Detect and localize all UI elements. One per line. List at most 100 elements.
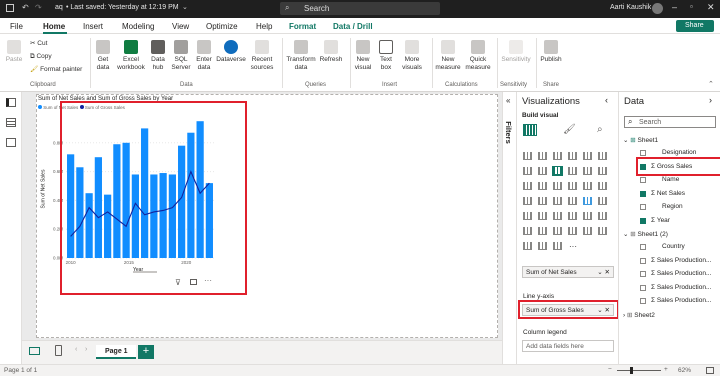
search-box[interactable]: ⌕ Search xyxy=(280,2,440,15)
field-item[interactable]: Σ Year xyxy=(651,217,670,224)
field-checkbox[interactable] xyxy=(640,190,646,197)
maximize-icon[interactable]: ▫ xyxy=(690,2,693,11)
field-item[interactable]: Name xyxy=(662,176,679,183)
sensitivity-button[interactable]: Sensitivity xyxy=(498,40,534,64)
field-checkbox[interactable] xyxy=(640,217,646,224)
report-view-icon[interactable] xyxy=(6,98,16,107)
well-remove-icon[interactable]: ⌄ ✕ xyxy=(597,268,610,276)
avatar[interactable] xyxy=(652,3,663,14)
chevron-down-icon[interactable]: ⌄ xyxy=(182,3,188,11)
field-item[interactable]: Σ Net Sales xyxy=(651,190,685,197)
visual-type-icon[interactable] xyxy=(583,197,592,205)
field-item[interactable]: Designation xyxy=(662,149,696,156)
field-checkbox[interactable] xyxy=(640,150,646,156)
tab-page-1[interactable]: Page 1 xyxy=(96,345,136,359)
data-hub-button[interactable]: Data hub xyxy=(148,40,168,71)
visual-type-icon[interactable] xyxy=(523,197,532,205)
sql-server-button[interactable]: SQL Server xyxy=(170,40,192,71)
dataverse-button[interactable]: Dataverse xyxy=(215,40,247,64)
visual-type-icon[interactable] xyxy=(598,152,607,160)
zoom-out-icon[interactable]: − xyxy=(608,366,612,373)
expand-filters-icon[interactable]: « xyxy=(506,96,510,105)
visual-type-icon[interactable] xyxy=(553,242,562,250)
field-checkbox[interactable] xyxy=(640,244,646,250)
cut-button[interactable]: ✂ Cut xyxy=(30,40,47,48)
field-checkbox[interactable] xyxy=(640,271,646,277)
new-visual-button[interactable]: New visual xyxy=(352,40,374,71)
visual-type-icon[interactable] xyxy=(568,212,577,220)
visual-type-icon[interactable] xyxy=(553,182,562,190)
visual-type-icon[interactable] xyxy=(538,242,547,250)
field-item[interactable]: Region xyxy=(662,203,683,210)
more-visuals-icon[interactable]: ··· xyxy=(569,242,577,251)
field-item[interactable]: Country xyxy=(662,243,685,250)
visual-type-icon[interactable] xyxy=(523,242,532,250)
menu-home[interactable]: Home xyxy=(43,22,65,31)
save-icon[interactable] xyxy=(6,4,14,12)
field-checkbox[interactable] xyxy=(640,204,646,210)
analytics-tab-icon[interactable]: ⌕ xyxy=(597,124,603,135)
collapse-data-icon[interactable]: › xyxy=(709,95,712,105)
y-axis-well[interactable]: Sum of Net Sales ⌄ ✕ xyxy=(522,266,614,278)
visual-type-icon[interactable] xyxy=(538,197,547,205)
build-visual-tab-icon[interactable] xyxy=(523,124,537,136)
visual-type-icon[interactable] xyxy=(598,212,607,220)
field-checkbox[interactable] xyxy=(640,177,646,183)
visual-type-icon[interactable] xyxy=(583,227,592,235)
visual-type-icon[interactable] xyxy=(568,227,577,235)
menu-format[interactable]: Format xyxy=(289,22,316,31)
field-checkbox[interactable] xyxy=(640,257,646,264)
visual-type-icon[interactable] xyxy=(538,227,547,235)
redo-icon[interactable]: ↷ xyxy=(35,3,42,12)
visual-type-icon[interactable] xyxy=(553,227,562,235)
user-name[interactable]: Aarti Kaushik xyxy=(610,4,651,11)
last-saved[interactable]: • Last saved: Yesterday at 12:19 PM xyxy=(66,4,179,11)
zoom-slider[interactable] xyxy=(617,370,661,371)
collapse-viz-icon[interactable]: ‹ xyxy=(605,95,608,105)
visual-type-icon[interactable] xyxy=(538,212,547,220)
menu-modeling[interactable]: Modeling xyxy=(122,22,154,31)
minimize-icon[interactable]: – xyxy=(672,2,677,12)
recent-sources-button[interactable]: Recent sources xyxy=(248,40,276,71)
zoom-level[interactable]: 62% xyxy=(678,367,691,374)
table-node[interactable]: ⌄ ⊞ Sheet1 xyxy=(623,136,658,144)
undo-icon[interactable]: ↶ xyxy=(22,3,29,12)
collapse-ribbon-icon[interactable]: ⌃ xyxy=(708,80,714,88)
get-data-button[interactable]: Get data xyxy=(92,40,114,71)
menu-data-drill[interactable]: Data / Drill xyxy=(333,22,373,31)
visual-type-icon[interactable] xyxy=(553,212,562,220)
enter-data-button[interactable]: Enter data xyxy=(194,40,214,71)
visual-type-icon[interactable] xyxy=(598,227,607,235)
excel-workbook-button[interactable]: Excel workbook xyxy=(116,40,146,71)
visual-type-icon[interactable] xyxy=(598,167,607,175)
visual-type-icon[interactable] xyxy=(568,182,577,190)
field-item[interactable]: Σ Sales Production... xyxy=(651,257,711,264)
table-node[interactable]: › ⊞ Sheet2 xyxy=(623,311,655,319)
share-button[interactable]: Share xyxy=(676,20,714,32)
visual-type-icon[interactable] xyxy=(598,197,607,205)
field-item[interactable]: Σ Sales Production... xyxy=(651,270,711,277)
visual-type-icon[interactable] xyxy=(538,167,547,175)
menu-help[interactable]: Help xyxy=(256,22,272,31)
text-box-button[interactable]: Text box xyxy=(376,40,396,71)
visual-type-icon[interactable] xyxy=(553,197,562,205)
visual-type-icon[interactable] xyxy=(523,227,532,235)
visual-type-icon[interactable] xyxy=(598,182,607,190)
visual-type-icon[interactable] xyxy=(523,167,532,175)
prev-page-icon[interactable]: ‹ xyxy=(75,346,77,353)
more-visuals-button[interactable]: More visuals xyxy=(398,40,426,71)
copy-button[interactable]: ⧉ Copy xyxy=(30,53,52,61)
field-item[interactable]: Σ Sales Production... xyxy=(651,297,711,304)
table-node[interactable]: ⌄ ⊞ Sheet1 (2) xyxy=(623,230,668,238)
column-legend-well[interactable]: Add data fields here xyxy=(522,340,614,352)
visual-type-icon[interactable] xyxy=(523,152,532,160)
add-page-button[interactable]: + xyxy=(138,345,154,359)
field-item[interactable]: Σ Sales Production... xyxy=(651,284,711,291)
paste-button[interactable]: Paste xyxy=(4,40,24,64)
visual-type-icon[interactable] xyxy=(583,152,592,160)
new-measure-button[interactable]: New measure xyxy=(434,40,462,71)
filters-pane[interactable]: « Filters xyxy=(502,92,516,364)
field-checkbox[interactable] xyxy=(640,284,646,291)
close-icon[interactable]: ✕ xyxy=(707,2,715,13)
menu-view[interactable]: View xyxy=(172,22,189,31)
